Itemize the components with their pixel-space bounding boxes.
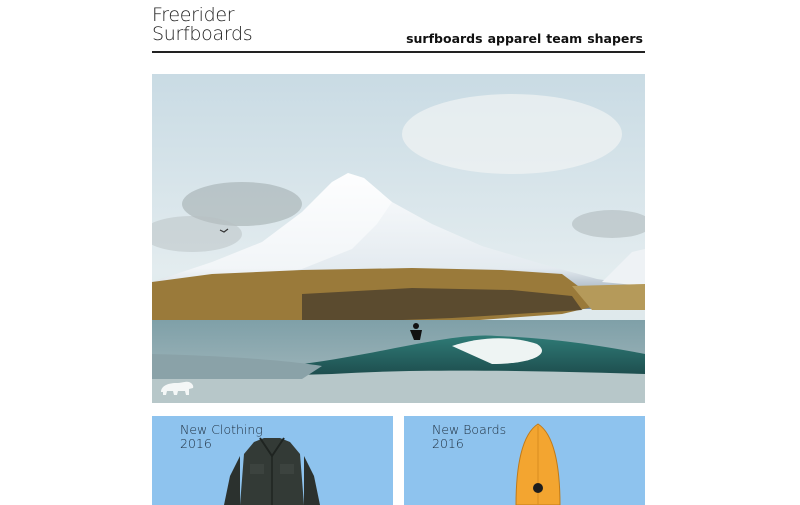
nav-apparel[interactable]: apparel <box>488 31 542 46</box>
new-clothing-card[interactable]: New Clothing 2016 <box>152 416 393 505</box>
card-caption: New Boards 2016 <box>432 423 506 451</box>
polar-bear-icon <box>161 381 194 395</box>
site-logo[interactable]: Freerider Surfboards <box>152 6 253 45</box>
nav-team[interactable]: team <box>546 31 582 46</box>
new-boards-card[interactable]: New Boards 2016 <box>404 416 645 505</box>
header-divider <box>152 51 645 53</box>
card-year: 2016 <box>180 436 212 451</box>
card-year: 2016 <box>432 436 464 451</box>
card-title: New Boards <box>432 422 507 437</box>
nav-shapers[interactable]: shapers <box>587 31 643 46</box>
logo-line-2: Surfboards <box>152 23 253 45</box>
main-nav: surfboards apparel team shapers <box>406 31 643 46</box>
card-title: New Clothing <box>180 422 263 437</box>
hero-image <box>152 74 645 403</box>
card-caption: New Clothing 2016 <box>180 423 263 451</box>
nav-surfboards[interactable]: surfboards <box>406 31 482 46</box>
